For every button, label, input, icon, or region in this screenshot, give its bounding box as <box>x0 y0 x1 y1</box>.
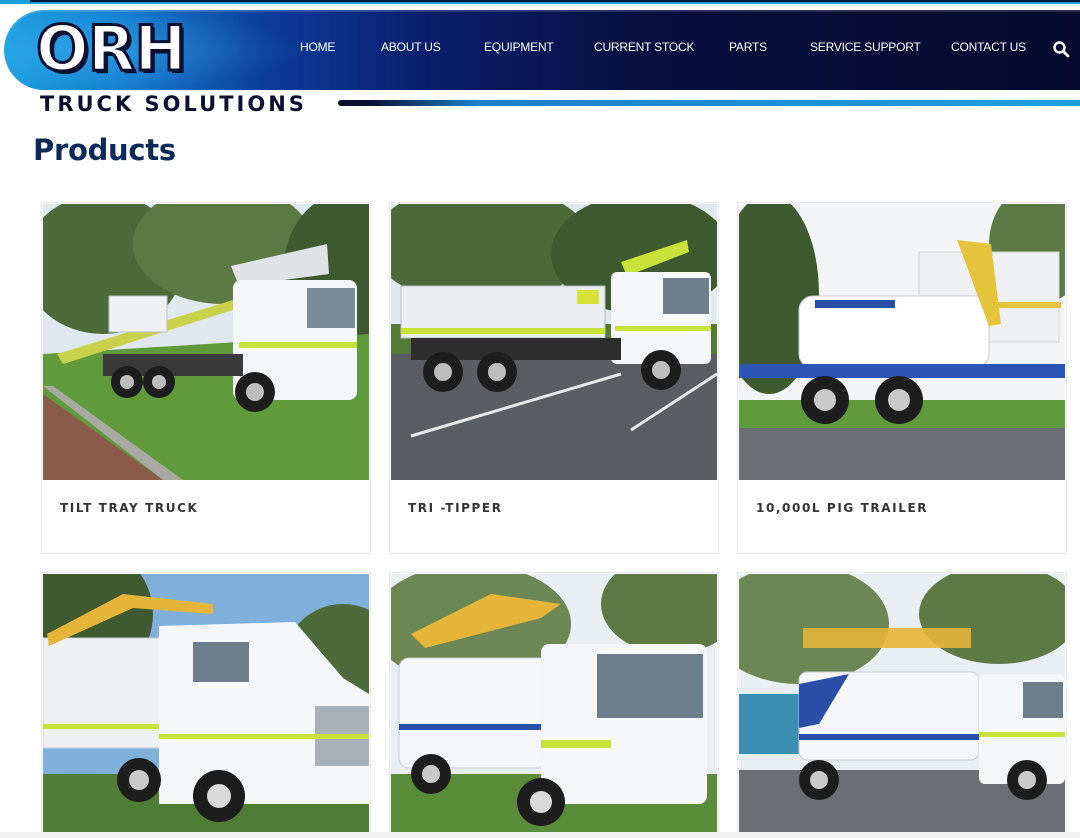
nav-home[interactable]: HOME <box>300 40 335 54</box>
bottom-edge <box>0 832 1080 838</box>
tri-tipper-photo[interactable] <box>391 204 717 480</box>
nav-about-us[interactable]: ABOUT US <box>381 40 441 54</box>
logo[interactable]: ORH <box>34 16 187 81</box>
product-card[interactable]: 10,000L PIG TRAILER <box>737 202 1067 554</box>
nav-service-support[interactable]: SERVICE SUPPORT <box>810 40 921 54</box>
product-label[interactable]: TRI -TIPPER <box>408 501 503 515</box>
product-card[interactable]: TRI -TIPPER <box>389 202 719 554</box>
hino-water-truck-photo[interactable] <box>391 574 717 836</box>
top-dark-rule <box>30 0 1080 2</box>
isuzu-water-truck-photo[interactable] <box>739 574 1065 836</box>
search-icon[interactable] <box>1052 40 1070 58</box>
product-card[interactable]: TILT TRAY TRUCK <box>41 202 371 554</box>
nav-parts[interactable]: PARTS <box>729 40 767 54</box>
page-title: Products <box>33 133 176 167</box>
nav-contact-us[interactable]: CONTACT US <box>951 40 1026 54</box>
product-label[interactable]: 10,000L PIG TRAILER <box>756 501 928 515</box>
mack-water-truck-photo[interactable] <box>43 574 369 836</box>
logo-tagline: TRUCK SOLUTIONS <box>40 92 307 116</box>
product-card[interactable] <box>737 572 1067 837</box>
pig-trailer-photo[interactable] <box>739 204 1065 480</box>
product-card[interactable] <box>389 572 719 837</box>
tilt-tray-truck-photo[interactable] <box>43 204 369 480</box>
product-card[interactable] <box>41 572 371 837</box>
product-label[interactable]: TILT TRAY TRUCK <box>60 501 198 515</box>
nav-equipment[interactable]: EQUIPMENT <box>484 40 554 54</box>
tagline-rule <box>338 100 1080 106</box>
nav-current-stock[interactable]: CURRENT STOCK <box>594 40 695 54</box>
